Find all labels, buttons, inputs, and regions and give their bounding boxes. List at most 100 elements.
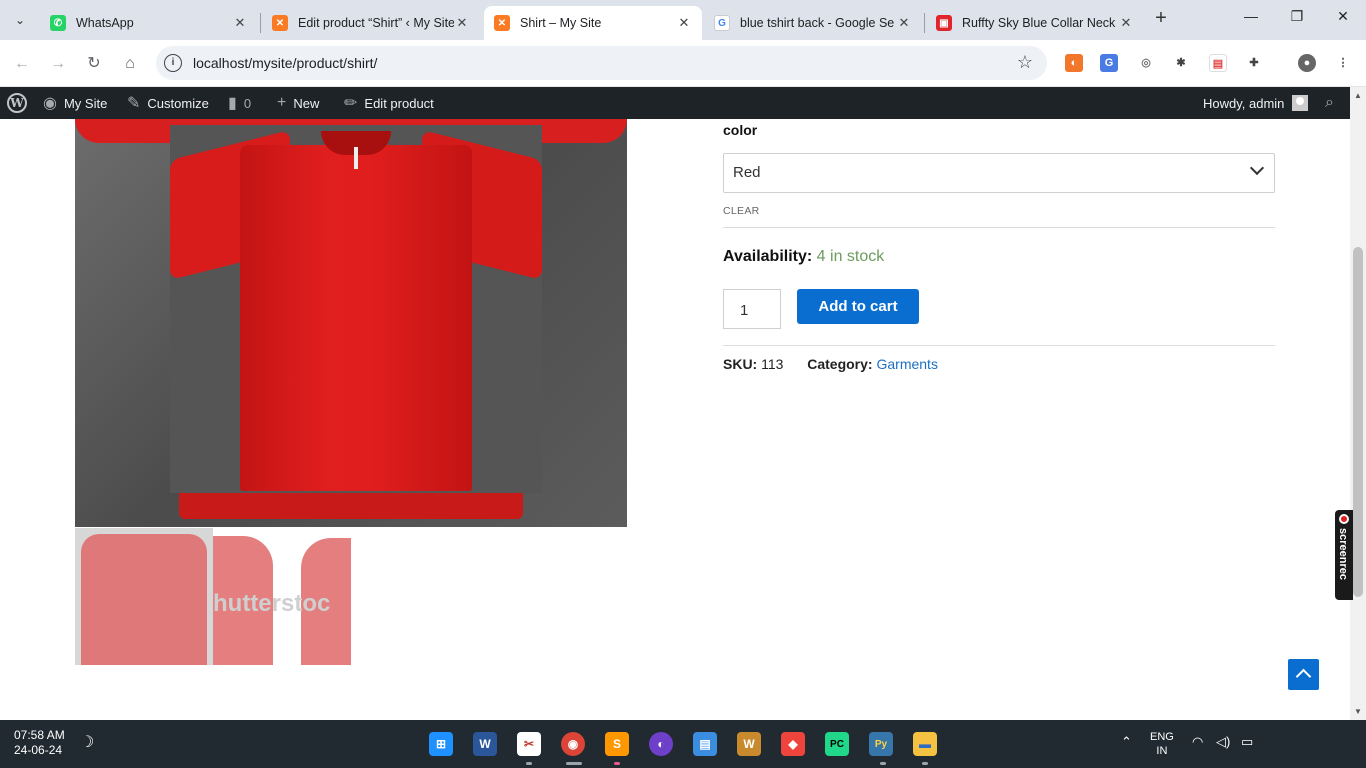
- admin-bar-new[interactable]: + New: [277, 87, 319, 119]
- home-icon[interactable]: ⌂: [118, 52, 142, 76]
- file-explorer-icon[interactable]: ▬: [913, 732, 937, 756]
- anydesk-icon[interactable]: ◆: [781, 732, 805, 756]
- wordpad-icon[interactable]: W: [737, 732, 761, 756]
- minimize-icon[interactable]: —: [1241, 8, 1261, 28]
- github-desktop-icon[interactable]: ◐: [649, 732, 673, 756]
- sublime-text-icon[interactable]: S: [605, 732, 629, 756]
- admin-bar-site[interactable]: ◉ My Site: [43, 87, 107, 119]
- customize-label: Customize: [147, 95, 209, 111]
- chevron-down-icon: [1249, 160, 1265, 176]
- browser-tab-strip: ⌄ ✆ WhatsApp ✕ ✕ Edit product “Shirt” ‹ …: [0, 0, 1366, 40]
- back-to-top-button[interactable]: [1288, 659, 1319, 690]
- tab-edit-product[interactable]: ✕ Edit product “Shirt” ‹ My Site ✕: [262, 6, 480, 40]
- calendar-extension-icon[interactable]: ▤: [1209, 54, 1227, 72]
- chrome-icon[interactable]: ◉: [561, 732, 585, 756]
- language-indicator[interactable]: ENG IN: [1150, 730, 1174, 758]
- word-icon[interactable]: W: [473, 732, 497, 756]
- bug-extension-icon[interactable]: ✱: [1172, 54, 1190, 72]
- category-link[interactable]: Garments: [876, 356, 937, 372]
- page-scrollbar[interactable]: ▲ ▼: [1350, 87, 1366, 720]
- tab-google-search[interactable]: G blue tshirt back - Google Se ✕: [704, 6, 922, 40]
- admin-bar-customize[interactable]: ✎ Customize: [127, 87, 209, 119]
- restore-icon[interactable]: ❐: [1287, 8, 1307, 28]
- focus-moon-icon[interactable]: ☽: [80, 732, 94, 752]
- profile-avatar-icon[interactable]: ●: [1298, 54, 1316, 72]
- battery-icon[interactable]: ▭: [1241, 734, 1253, 750]
- store-icon: ▣: [936, 15, 952, 31]
- color-select[interactable]: Red: [723, 153, 1275, 193]
- window-close-icon[interactable]: ✕: [1333, 8, 1353, 28]
- availability-label: Availability:: [723, 248, 813, 265]
- date: 24-06-24: [14, 743, 63, 757]
- admin-search-icon[interactable]: ⌕: [1325, 87, 1334, 119]
- scrollbar-thumb[interactable]: [1353, 247, 1363, 597]
- google-icon: G: [714, 15, 730, 31]
- add-to-cart-button[interactable]: Add to cart: [797, 289, 919, 324]
- comment-icon: ▮: [228, 95, 237, 112]
- tab-shirt-active[interactable]: ✕ Shirt – My Site ✕: [484, 6, 702, 40]
- tab-title: Ruffty Sky Blue Collar Neck T: [962, 16, 1118, 30]
- chevron-up-icon[interactable]: ⌃: [1121, 734, 1132, 750]
- availability: Availability: 4 in stock: [723, 248, 884, 266]
- site-info-icon[interactable]: i: [164, 54, 182, 72]
- wifi-icon[interactable]: ◠: [1192, 734, 1203, 750]
- scroll-up-arrow-icon[interactable]: ▲: [1353, 91, 1363, 100]
- close-icon[interactable]: ✕: [232, 15, 248, 31]
- address-bar[interactable]: i localhost/mysite/product/shirt/ ☆: [156, 46, 1047, 80]
- divider: [723, 345, 1275, 346]
- clear-selection-link[interactable]: CLEAR: [723, 205, 760, 217]
- clock[interactable]: 07:58 AM 24-06-24: [14, 728, 65, 758]
- screenrec-label: screenrec: [1337, 528, 1349, 580]
- url-text[interactable]: localhost/mysite/product/shirt/: [193, 55, 377, 71]
- browser-menu-icon[interactable]: ⋮: [1334, 54, 1352, 72]
- extension-icon[interactable]: ◐: [1065, 54, 1083, 72]
- forward-arrow-icon[interactable]: →: [46, 52, 70, 76]
- tab-whatsapp[interactable]: ✆ WhatsApp ✕: [40, 6, 258, 40]
- new-tab-plus-icon[interactable]: +: [1150, 8, 1172, 30]
- screenrec-widget[interactable]: screenrec: [1335, 510, 1353, 600]
- extensions-puzzle-icon[interactable]: ✚: [1245, 54, 1263, 72]
- new-label: New: [293, 95, 320, 111]
- site-name: My Site: [63, 95, 108, 111]
- start-windows-icon[interactable]: ⊞: [429, 732, 453, 756]
- dashboard-icon: ◉: [43, 95, 57, 112]
- howdy-label: Howdy, admin: [1203, 95, 1285, 111]
- time: 07:58 AM: [14, 728, 65, 742]
- scroll-down-arrow-icon[interactable]: ▼: [1353, 707, 1363, 716]
- page-content: hutterstoc color Red CLEAR Availability:…: [0, 119, 1350, 720]
- python-icon[interactable]: Py: [869, 732, 893, 756]
- translate-icon[interactable]: G: [1100, 54, 1118, 72]
- camera-icon[interactable]: ◎: [1137, 54, 1155, 72]
- quantity-input[interactable]: 1: [723, 289, 781, 329]
- admin-bar-comments[interactable]: ▮ 0: [228, 87, 251, 119]
- snipping-tool-icon[interactable]: ✂: [517, 732, 541, 756]
- close-icon[interactable]: ✕: [1118, 15, 1134, 31]
- selected-color: Red: [733, 164, 761, 181]
- reload-icon[interactable]: ↻: [82, 52, 106, 76]
- product-main-image[interactable]: [75, 119, 627, 527]
- admin-bar-account[interactable]: Howdy, admin: [1203, 87, 1309, 119]
- back-arrow-icon[interactable]: ←: [10, 52, 34, 76]
- wordpress-logo-icon[interactable]: W: [7, 87, 27, 119]
- tab-title: Shirt – My Site: [520, 16, 602, 30]
- thumbnail-watermark: hutterstoc: [213, 590, 331, 617]
- bookmark-star-icon[interactable]: ☆: [1017, 52, 1033, 73]
- edit-product-label: Edit product: [364, 95, 434, 111]
- notepad-icon[interactable]: ▤: [693, 732, 717, 756]
- product-thumbnail-2[interactable]: hutterstoc: [213, 528, 351, 665]
- speaker-icon[interactable]: ◁): [1216, 734, 1230, 750]
- close-icon[interactable]: ✕: [676, 15, 692, 31]
- close-icon[interactable]: ✕: [454, 15, 470, 31]
- sku-value: 113: [761, 356, 784, 372]
- product-thumbnail-1[interactable]: [75, 528, 213, 665]
- tab-ruffty[interactable]: ▣ Ruffty Sky Blue Collar Neck T ✕: [926, 6, 1144, 40]
- pencil-icon: ✏: [344, 95, 358, 112]
- avatar: [1292, 95, 1309, 111]
- sku-label: SKU:: [723, 356, 758, 372]
- close-icon[interactable]: ✕: [896, 15, 912, 31]
- pycharm-icon[interactable]: PC: [825, 732, 849, 756]
- red-tshirt-photo: [170, 125, 542, 493]
- tab-search-chevron-icon[interactable]: ⌄: [6, 6, 34, 34]
- admin-bar-edit-product[interactable]: ✏ Edit product: [344, 87, 434, 119]
- windows-taskbar: 07:58 AM 24-06-24 ☽ ⊞ W ✂ ◉ S ◐ ▤ W ◆ PC…: [0, 720, 1366, 768]
